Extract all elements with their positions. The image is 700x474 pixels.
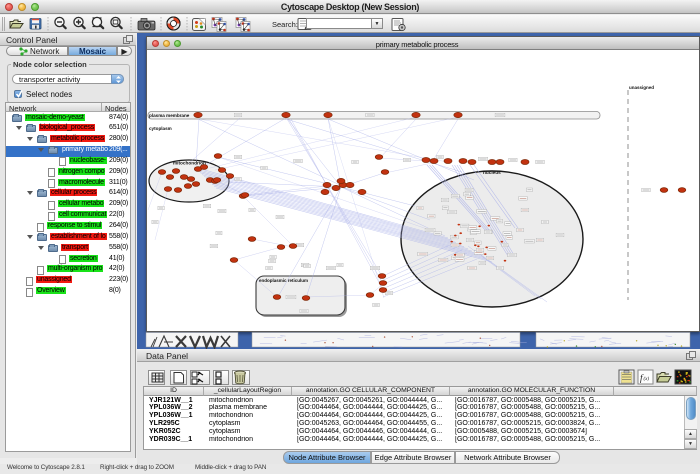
svg-text:unassigned: unassigned	[629, 85, 654, 90]
svg-text:cytoplasm: cytoplasm	[149, 126, 172, 131]
svg-text:endoplasmic reticulum: endoplasmic reticulum	[259, 278, 308, 283]
svg-text:nucleus: nucleus	[483, 170, 501, 175]
svg-text:mitochondrion: mitochondrion	[173, 161, 206, 166]
svg-text:plasma membrane: plasma membrane	[149, 113, 190, 118]
